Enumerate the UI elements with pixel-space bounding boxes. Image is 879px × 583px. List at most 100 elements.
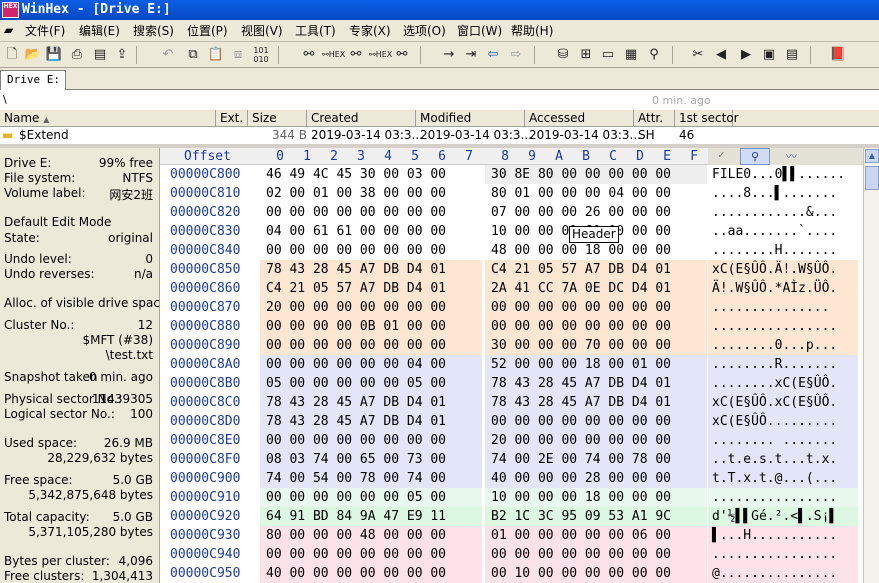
scroll-thumb[interactable] bbox=[865, 166, 879, 190]
hex-bytes-low[interactable]: 78 43 28 45 A7 DB D4 01 bbox=[260, 393, 482, 412]
hex-row[interactable]: 00000C900 74 00 54 00 78 00 74 00 40 00 00… bbox=[160, 469, 863, 488]
undo-icon[interactable]: ↶ bbox=[159, 46, 177, 64]
hex-bytes-low[interactable]: 08 03 74 00 65 00 73 00 bbox=[260, 450, 482, 469]
col-size[interactable]: Size bbox=[248, 110, 307, 127]
row-text[interactable]: ..aa.......`.... bbox=[708, 222, 858, 241]
hex-row[interactable]: 00000C870 20 00 00 00 00 00 00 00 00 00 00… bbox=[160, 298, 863, 317]
menu-tools[interactable]: 工具(T) bbox=[295, 23, 336, 39]
hex-bytes-low[interactable]: 64 91 BD 84 9A 47 E9 11 bbox=[260, 507, 482, 526]
row-text[interactable]: ........R....... bbox=[708, 355, 858, 374]
tab-drive-e[interactable]: Drive E: bbox=[0, 70, 66, 90]
col-created[interactable]: Created bbox=[307, 110, 416, 127]
hex-row[interactable]: 00000C8D0 78 43 28 45 A7 DB D4 01 00 00 00… bbox=[160, 412, 863, 431]
wave-icon[interactable]: 〰 bbox=[786, 148, 797, 164]
menu-help[interactable]: 帮助(H) bbox=[511, 23, 553, 39]
col-attr[interactable]: Attr. bbox=[634, 110, 675, 127]
hex-row[interactable]: 00000C890 00 00 00 00 00 00 00 00 30 00 00… bbox=[160, 336, 863, 355]
template-view-icon[interactable]: ⚲ bbox=[740, 148, 770, 165]
hex-bytes-low[interactable]: 04 00 61 61 00 00 00 00 bbox=[260, 222, 482, 241]
directory-browser-icon[interactable]: ▤ bbox=[783, 46, 801, 64]
hex-row[interactable]: 00000C8B0 05 00 00 00 00 00 05 00 78 43 28… bbox=[160, 374, 863, 393]
print-icon[interactable]: ⎙ bbox=[68, 46, 86, 64]
drive-menu-icon[interactable]: ▰ bbox=[4, 23, 13, 37]
back-arrow-icon[interactable]: ⇦ bbox=[484, 46, 502, 64]
hex-editor[interactable]: Offset 0 1 2 3 4 5 6 7 8 9 A B C D E F ✓… bbox=[160, 148, 863, 583]
hex-bytes-high[interactable]: C4 21 05 57 A7 DB D4 01 bbox=[485, 260, 707, 279]
row-text[interactable]: ....8...▌....... bbox=[708, 184, 858, 203]
hex-bytes-high[interactable]: 30 00 00 00 70 00 00 00 bbox=[485, 336, 707, 355]
hex-bytes-high[interactable]: 48 00 00 00 18 00 00 00 bbox=[485, 241, 707, 260]
hex-bytes-high[interactable]: 00 00 00 00 00 00 00 00 bbox=[485, 412, 707, 431]
check-icon[interactable]: ✓ bbox=[718, 148, 725, 161]
goto-offset-icon[interactable]: → bbox=[440, 46, 458, 64]
hex-bytes-high[interactable]: B2 1C 3C 95 09 53 A1 9C bbox=[485, 507, 707, 526]
delete-icon[interactable]: ✂ bbox=[689, 46, 707, 64]
hex-row[interactable]: 00000C830 04 00 61 61 00 00 00 00 10 00 00… bbox=[160, 222, 863, 241]
hex-row[interactable]: 00000C8A0 00 00 00 00 00 00 04 00 52 00 00… bbox=[160, 355, 863, 374]
hex-bytes-low[interactable]: 00 00 00 00 00 00 05 00 bbox=[260, 488, 482, 507]
calculator-icon[interactable]: ▦ bbox=[622, 46, 640, 64]
hex-row[interactable]: 00000C920 64 91 BD 84 9A 47 E9 11 B2 1C 3C… bbox=[160, 507, 863, 526]
menu-view[interactable]: 视图(V) bbox=[241, 23, 283, 39]
forward-arrow-icon[interactable]: ⇨ bbox=[507, 46, 525, 64]
hex-bytes-low[interactable]: C4 21 05 57 A7 DB D4 01 bbox=[260, 279, 482, 298]
hex-bytes-high[interactable]: 30 8E 80 00 00 00 00 00 bbox=[485, 165, 707, 184]
replace-hex-icon[interactable]: ⚯HEX bbox=[369, 46, 392, 64]
hex-bytes-high[interactable]: 01 00 00 00 00 00 06 00 bbox=[485, 526, 707, 545]
hex-row[interactable]: 00000C950 40 00 00 00 00 00 00 00 00 10 00… bbox=[160, 564, 863, 583]
hex-row[interactable]: 00000C850 78 43 28 45 A7 DB D4 01 C4 21 05… bbox=[160, 260, 863, 279]
properties-icon[interactable]: ▤ bbox=[91, 46, 109, 64]
hex-row[interactable]: 00000C880 00 00 00 00 0B 01 00 00 00 00 00… bbox=[160, 317, 863, 336]
row-text[interactable]: xC(E§ÛÔ.Ä!.W§ÛÔ. bbox=[708, 260, 858, 279]
hex-row[interactable]: 00000C910 00 00 00 00 00 00 05 00 10 00 00… bbox=[160, 488, 863, 507]
col-first-sector[interactable]: 1st sector bbox=[675, 110, 739, 127]
disk-editor-icon[interactable]: ⛁ bbox=[554, 46, 572, 64]
hex-bytes-high[interactable]: 00 10 00 00 00 00 00 00 bbox=[485, 564, 707, 583]
copy-icon[interactable]: ⧉ bbox=[184, 46, 202, 64]
row-text[interactable]: ................ bbox=[708, 545, 858, 564]
hex-row[interactable]: 00000C840 00 00 00 00 00 00 00 00 48 00 00… bbox=[160, 241, 863, 260]
hex-bytes-low[interactable]: 02 00 01 00 38 00 00 00 bbox=[260, 184, 482, 203]
paste-block-icon[interactable]: ⧈ bbox=[229, 46, 247, 64]
hex-bytes-high[interactable]: 10 00 00 00 18 00 00 00 bbox=[485, 488, 707, 507]
row-text[interactable]: ▌...H........... bbox=[708, 526, 858, 545]
hex-bytes-low[interactable]: 00 00 00 00 00 00 00 00 bbox=[260, 336, 482, 355]
hex-bytes-high[interactable]: 80 01 00 00 00 04 00 00 bbox=[485, 184, 707, 203]
find-again-icon[interactable]: ⚯ bbox=[393, 46, 411, 64]
open-folder-icon[interactable]: 📂 bbox=[24, 46, 42, 64]
disk-icon[interactable]: ▭ bbox=[599, 46, 617, 64]
hex-row[interactable]: 00000C8E0 00 00 00 00 00 00 00 00 20 00 00… bbox=[160, 431, 863, 450]
hex-bytes-low[interactable]: 46 49 4C 45 30 00 03 00 bbox=[260, 165, 482, 184]
hex-bytes-low[interactable]: 00 00 00 00 00 00 00 00 bbox=[260, 431, 482, 450]
row-text[interactable]: ........ ....... bbox=[708, 431, 858, 450]
hex-bytes-high[interactable]: 74 00 2E 00 74 00 78 00 bbox=[485, 450, 707, 469]
new-file-icon[interactable]: 🗋 bbox=[3, 46, 21, 64]
row-text[interactable]: ................ bbox=[708, 488, 858, 507]
hex-bytes-low[interactable]: 00 00 00 00 0B 01 00 00 bbox=[260, 317, 482, 336]
snapshot-icon[interactable]: ▣ bbox=[760, 46, 778, 64]
find-text-icon[interactable]: ⚯ bbox=[300, 46, 318, 64]
hex-bytes-low[interactable]: 00 00 00 00 00 00 00 00 bbox=[260, 203, 482, 222]
row-text[interactable]: ........H....... bbox=[708, 241, 858, 260]
row-text[interactable]: ............... bbox=[708, 298, 858, 317]
menu-search[interactable]: 搜索(S) bbox=[133, 23, 174, 39]
hex-row[interactable]: 00000C810 02 00 01 00 38 00 00 00 80 01 00… bbox=[160, 184, 863, 203]
replace-text-icon[interactable]: ⚯ bbox=[347, 46, 365, 64]
hex-bytes-low[interactable]: 78 43 28 45 A7 DB D4 01 bbox=[260, 412, 482, 431]
next-icon[interactable]: ▶ bbox=[737, 46, 755, 64]
row-text[interactable]: xC(E§ÛÔ.xC(E§ÛÔ. bbox=[708, 393, 858, 412]
magnifier-icon[interactable]: ⚲ bbox=[645, 46, 663, 64]
hex-bytes-high[interactable]: 78 43 28 45 A7 DB D4 01 bbox=[485, 374, 707, 393]
row-text[interactable]: t.T.x.t.@...(... bbox=[708, 469, 858, 488]
row-text[interactable]: FILE0...0▌▌...... bbox=[708, 165, 858, 184]
hex-row[interactable]: 00000C930 80 00 00 00 48 00 00 00 01 00 00… bbox=[160, 526, 863, 545]
hex-bytes-high[interactable]: 00 00 00 00 00 00 00 00 bbox=[485, 298, 707, 317]
row-text[interactable]: xC(E§ÛÔ......... bbox=[708, 412, 858, 431]
goto-sector-icon[interactable]: ⇥ bbox=[462, 46, 480, 64]
hex-bytes-low[interactable]: 78 43 28 45 A7 DB D4 01 bbox=[260, 260, 482, 279]
hex-bytes-high[interactable]: 40 00 00 00 28 00 00 00 bbox=[485, 469, 707, 488]
help-book-icon[interactable]: 📕 bbox=[829, 46, 847, 64]
binary-icon[interactable]: 101 010 bbox=[252, 46, 270, 64]
row-text[interactable]: ........0...p... bbox=[708, 336, 858, 355]
row-text[interactable]: ........xC(E§ÛÔ. bbox=[708, 374, 858, 393]
